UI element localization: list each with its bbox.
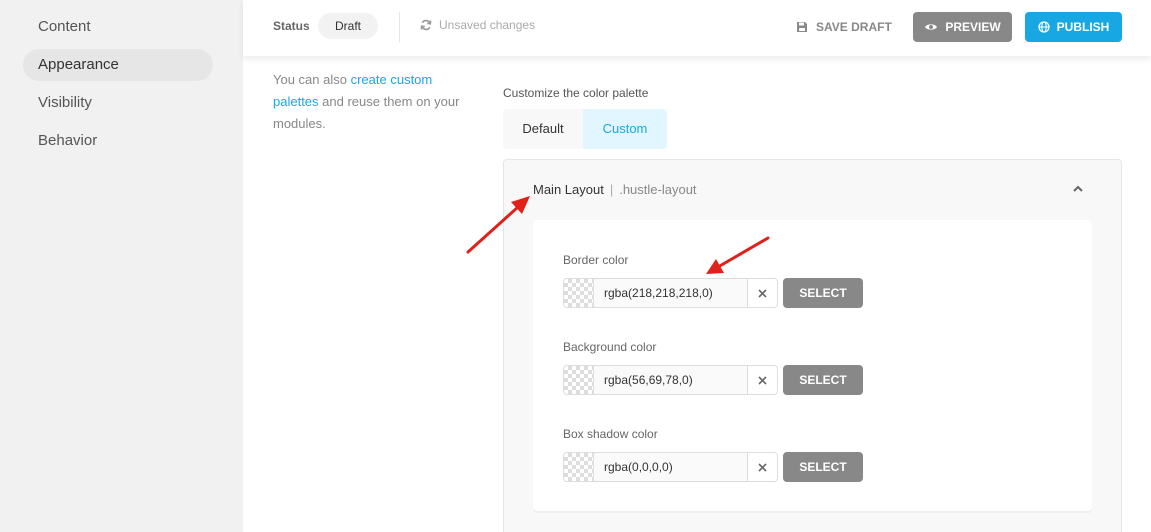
save-draft-label: SAVE DRAFT — [816, 20, 892, 34]
palette-description: You can also create custom palettes and … — [273, 69, 463, 135]
main-layout-accordion: Main Layout | .hustle-layout Border colo… — [503, 159, 1122, 532]
clear-border-color-button[interactable] — [747, 279, 777, 307]
top-bar: Status Draft Unsaved changes SAVE DRAFT — [243, 0, 1151, 56]
box-shadow-color-input[interactable]: rgba(0,0,0,0) — [563, 452, 778, 482]
box-shadow-color-value[interactable]: rgba(0,0,0,0) — [594, 453, 747, 481]
color-swatch[interactable] — [564, 366, 594, 394]
refresh-icon — [420, 19, 432, 31]
tab-default[interactable]: Default — [503, 109, 583, 149]
background-color-value[interactable]: rgba(56,69,78,0) — [594, 366, 747, 394]
background-color-field: Background color rgba(56,69,78,0) SELECT — [563, 340, 1063, 395]
save-draft-button[interactable]: SAVE DRAFT — [796, 13, 892, 41]
select-background-color-button[interactable]: SELECT — [783, 365, 863, 395]
border-color-field: Border color rgba(218,218,218,0) SELECT — [563, 253, 1063, 308]
sidebar-item-behavior[interactable]: Behavior — [23, 125, 213, 157]
select-border-color-button[interactable]: SELECT — [783, 278, 863, 308]
sidebar-item-appearance[interactable]: Appearance — [23, 49, 213, 81]
close-icon — [758, 288, 767, 298]
palette-tabs: Default Custom — [503, 109, 667, 149]
border-color-label: Border color — [563, 253, 629, 267]
preview-button[interactable]: PREVIEW — [913, 12, 1012, 42]
close-icon — [758, 375, 767, 385]
unsaved-changes-indicator: Unsaved changes — [420, 18, 535, 32]
publish-button[interactable]: PUBLISH — [1025, 12, 1122, 42]
unsaved-changes-label: Unsaved changes — [439, 18, 536, 32]
sidebar: Content Appearance Visibility Behavior — [0, 0, 243, 532]
background-color-label: Background color — [563, 340, 657, 354]
eye-icon — [925, 24, 938, 30]
select-box-shadow-color-button[interactable]: SELECT — [783, 452, 863, 482]
background-color-input[interactable]: rgba(56,69,78,0) — [563, 365, 778, 395]
sidebar-item-content[interactable]: Content — [23, 11, 213, 43]
border-color-input[interactable]: rgba(218,218,218,0) — [563, 278, 778, 308]
accordion-separator: | — [609, 182, 614, 197]
status-badge: Draft — [318, 13, 379, 39]
preview-label: PREVIEW — [945, 20, 1001, 34]
accordion-header[interactable]: Main Layout | .hustle-layout — [533, 182, 697, 197]
close-icon — [758, 462, 767, 472]
clear-background-color-button[interactable] — [747, 366, 777, 394]
description-prefix: You can also — [273, 72, 351, 87]
color-swatch[interactable] — [564, 453, 594, 481]
box-shadow-color-field: Box shadow color rgba(0,0,0,0) SELECT — [563, 427, 1063, 482]
publish-label: PUBLISH — [1056, 20, 1110, 34]
box-shadow-color-label: Box shadow color — [563, 427, 658, 441]
palette-label: Customize the color palette — [503, 86, 649, 100]
accordion-title: Main Layout — [533, 182, 604, 197]
topbar-divider — [399, 12, 400, 42]
main-panel: Status Draft Unsaved changes SAVE DRAFT — [243, 0, 1151, 532]
accordion-css-class: .hustle-layout — [619, 182, 697, 197]
border-color-value[interactable]: rgba(218,218,218,0) — [594, 279, 747, 307]
globe-icon — [1038, 21, 1050, 33]
tab-custom[interactable]: Custom — [583, 109, 667, 149]
status-label: Status — [273, 19, 310, 33]
save-icon — [797, 22, 807, 32]
color-swatch[interactable] — [564, 279, 594, 307]
sidebar-item-visibility[interactable]: Visibility — [23, 87, 213, 119]
clear-box-shadow-color-button[interactable] — [747, 453, 777, 481]
accordion-body: Border color rgba(218,218,218,0) SELECT … — [533, 220, 1092, 511]
chevron-up-icon[interactable] — [1071, 182, 1085, 196]
